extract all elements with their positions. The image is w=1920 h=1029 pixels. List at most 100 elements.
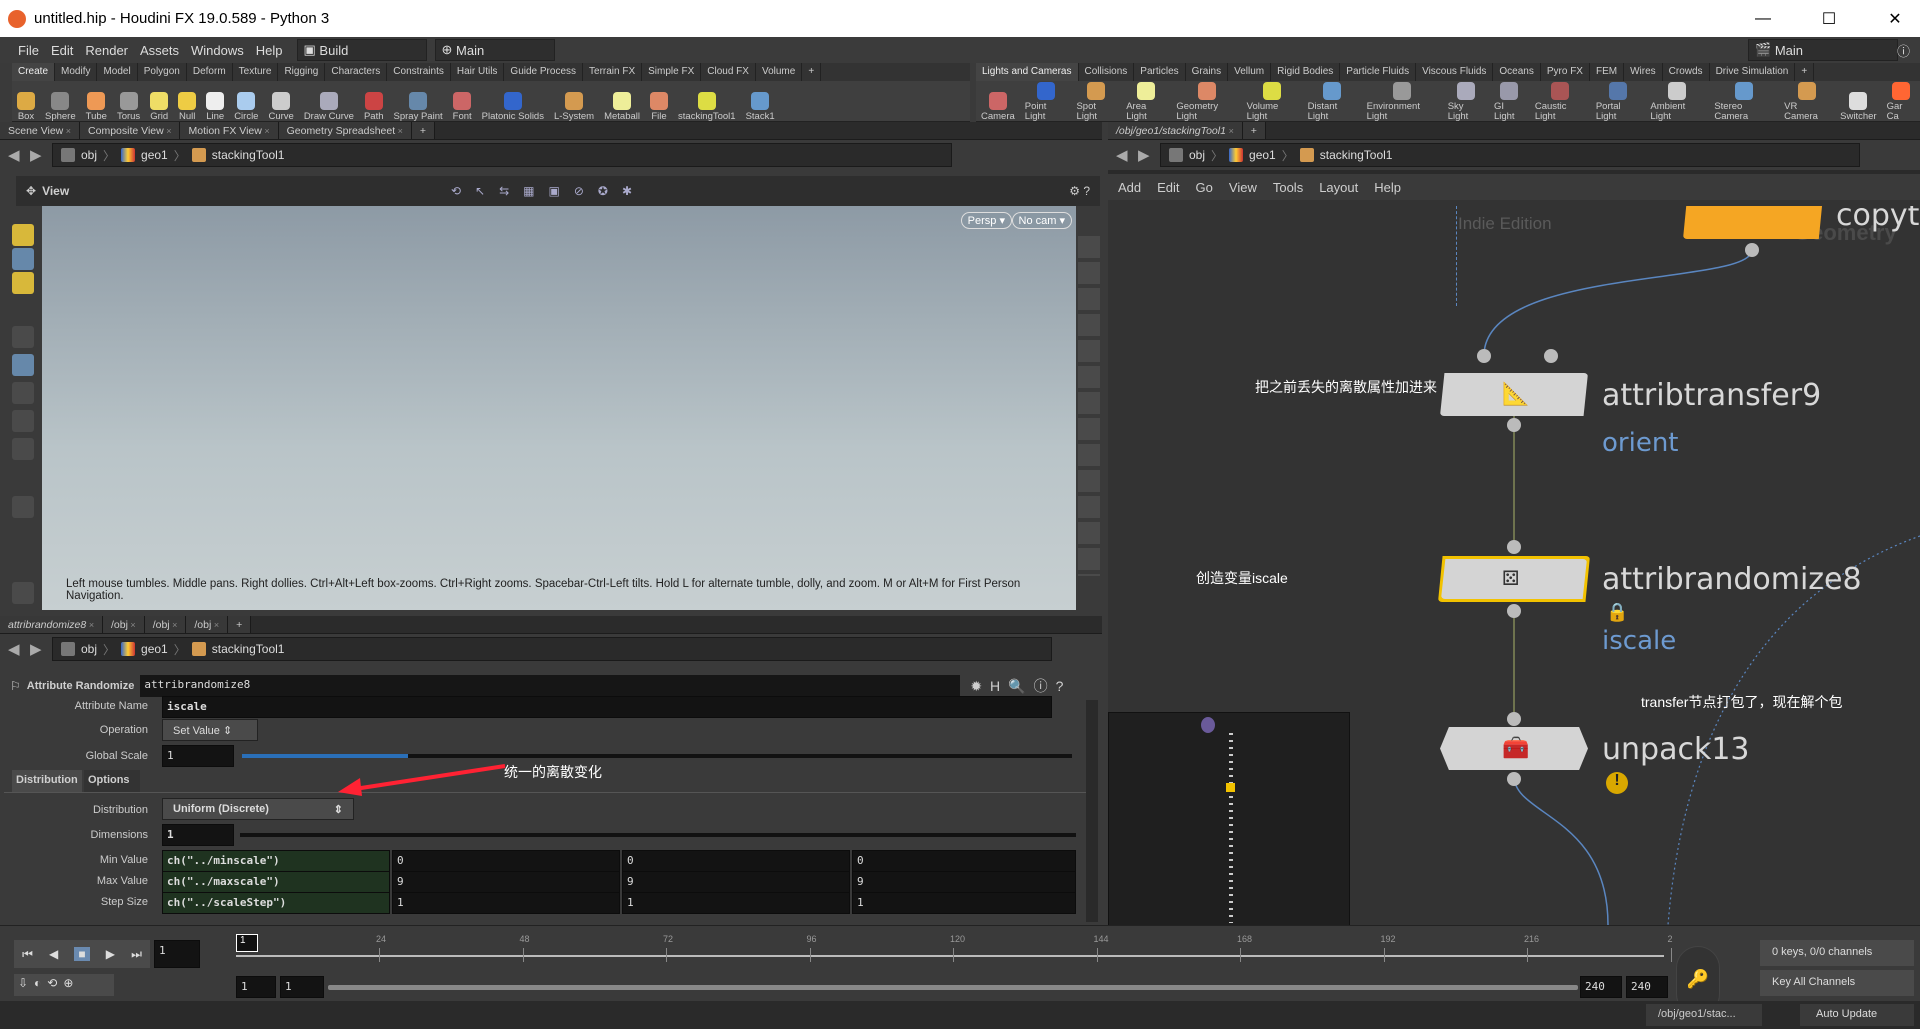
shelf-tab[interactable]: Particles [1134,63,1186,81]
output-connector[interactable] [1507,418,1521,432]
path-obj[interactable]: obj [81,148,97,162]
shelf-tab[interactable]: Pyro FX [1541,63,1590,81]
min-value-field[interactable]: 0 [852,850,1076,872]
forward-icon[interactable]: ▶ [1138,146,1160,164]
shelf-tab[interactable]: Modify [55,63,98,81]
step-value-field[interactable]: 1 [392,892,620,914]
shelf-tab[interactable]: Rigid Bodies [1271,63,1341,81]
timeline-option-icons[interactable]: ⇩◐⟲⊕ [14,974,114,996]
step-value-field[interactable]: 1 [852,892,1076,914]
menu-windows[interactable]: Windows [185,43,250,58]
shelf-tool-curve[interactable]: Curve [263,92,298,122]
help-icon[interactable]: ⓘ [1897,41,1910,60]
shelf-tab[interactable]: FEM [1590,63,1625,81]
range-start-field[interactable]: 1 [280,976,324,998]
global-scale-field[interactable]: 1 [162,745,234,767]
shelf-tool-volume-light[interactable]: Volume Light [1242,82,1303,122]
shelf-tool-caustic-light[interactable]: Caustic Light [1530,82,1591,122]
auto-update-menu[interactable]: Auto Update [1800,1004,1914,1026]
param-path-bar[interactable]: obj 〉 geo1 〉 stackingTool1 [52,637,1052,661]
add-tab-button[interactable]: + [411,122,436,139]
shelf-tool-switcher[interactable]: Switcher [1835,92,1881,122]
shelf-tab[interactable]: Texture [233,63,279,81]
network-path-bar[interactable]: obj 〉 geo1 〉 stackingTool1 [1160,143,1860,167]
menu-edit[interactable]: Edit [45,43,79,58]
max-value-field[interactable]: 9 [622,871,850,893]
shelf-tab[interactable]: Characters [325,63,388,81]
shelf-tool-spot-light[interactable]: Spot Light [1071,82,1121,122]
menu-help[interactable]: Help [250,43,289,58]
end-frame-field[interactable]: 240 [1626,976,1668,998]
context-select-right[interactable]: 🎬 Main [1748,39,1898,61]
shelf-tool-point-light[interactable]: Point Light [1020,82,1072,122]
shelf-tool-path[interactable]: Path [359,92,389,122]
camera-menu[interactable]: No cam ▾ [1011,212,1072,229]
keys-channels-menu[interactable]: 0 keys, 0/0 channels [1760,940,1914,966]
shelf-tab[interactable]: Guide Process [504,63,584,81]
network-canvas[interactable]: Indie Edition Geometry copyto 📐 attribtr… [1108,206,1920,925]
tool-icon[interactable] [12,582,34,604]
persp-menu[interactable]: Persp ▾ [960,212,1012,229]
shelf-tool-platonic-solids[interactable]: Platonic Solids [477,92,549,122]
shelf-tab[interactable]: Polygon [138,63,187,81]
shelf-tool-circle[interactable]: Circle [229,92,263,122]
menu-file[interactable]: File [12,43,45,58]
shelf-tool-gar-ca[interactable]: Gar Ca [1882,82,1920,122]
shelf-tab[interactable]: Create [12,63,56,81]
network-menu-edit[interactable]: Edit [1157,180,1179,195]
range-end-field[interactable]: 240 [1580,976,1622,998]
shelf-tool-spray-paint[interactable]: Spray Paint [389,92,448,122]
dimensions-field[interactable]: 1 [162,824,234,846]
pointer-tool-icon[interactable] [12,326,34,348]
shelf-tool-distant-light[interactable]: Distant Light [1303,82,1362,122]
shelf-tool-geometry-light[interactable]: Geometry Light [1171,82,1241,122]
tool-icon[interactable] [12,496,34,518]
shelf-tool-gi-light[interactable]: GI Light [1489,82,1530,122]
shelf-tool-torus[interactable]: Torus [112,92,145,122]
range-slider[interactable] [328,985,1578,990]
network-minimap[interactable] [1108,712,1350,925]
start-frame-field[interactable]: 1 [236,976,276,998]
tab-distribution[interactable]: Distribution [12,770,82,792]
key-all-channels-menu[interactable]: Key All Channels [1760,970,1914,996]
shelf-tool-line[interactable]: Line [201,92,229,122]
shelf-tool-null[interactable]: Null [173,92,201,122]
jump-end-icon[interactable]: ⏭ [131,947,142,962]
shelf-tab[interactable]: Drive Simulation [1710,63,1796,81]
global-scale-slider[interactable] [242,754,1072,758]
shelf-tool-ambient-light[interactable]: Ambient Light [1645,82,1709,122]
param-header-icons[interactable]: ✹H🔍ⓘ? [970,676,1071,696]
shelf-tool-l-system[interactable]: L-System [549,92,599,122]
path-geo1[interactable]: geo1 [141,642,168,656]
tool-icon[interactable] [12,382,34,404]
path-stackingtool[interactable]: stackingTool1 [1320,148,1393,162]
shelf-tool-stackingtool1[interactable]: stackingTool1 [673,92,741,122]
status-path-menu[interactable]: /obj/geo1/stac... [1646,1004,1762,1026]
shelf-tool-box[interactable]: Box [12,92,40,122]
shelf-tool-sky-light[interactable]: Sky Light [1443,82,1489,122]
display-options-icons[interactable] [1078,236,1100,576]
sticky-comment[interactable]: 把之前丢失的离散属性加进来 [1255,377,1437,397]
path-stackingtool[interactable]: stackingTool1 [212,642,285,656]
shelf-tab[interactable]: Simple FX [642,63,702,81]
tool-icon[interactable] [12,410,34,432]
path-stackingtool[interactable]: stackingTool1 [212,148,285,162]
add-shelf-tab-button[interactable]: + [802,63,822,81]
tab-options[interactable]: Options [84,770,140,792]
sticky-comment[interactable]: 创造变量iscale [1196,568,1288,588]
shelf-tab[interactable]: Hair Utils [451,63,505,81]
add-shelf-tab-button[interactable]: + [1795,63,1815,81]
min-value-field[interactable]: 0 [622,850,850,872]
shelf-tab[interactable]: Crowds [1663,63,1710,81]
min-value-field[interactable]: ch("../minscale") [162,850,390,872]
viewport-help-icon[interactable]: ⚙ ? [1069,184,1090,198]
input-connector[interactable] [1507,712,1521,726]
shelf-tool-sphere[interactable]: Sphere [40,92,81,122]
timeline-scrubber[interactable]: 1 24 48 72 96 120 144 168 192 216 2 [236,926,1673,976]
add-tab-button[interactable]: + [1242,122,1266,139]
network-menu-go[interactable]: Go [1196,180,1213,195]
node-unpack13[interactable]: 🧰 [1440,727,1588,770]
tool-icon[interactable] [12,438,34,460]
shelf-tab[interactable]: Vellum [1228,63,1272,81]
shelf-tab[interactable]: Viscous Fluids [1416,63,1494,81]
